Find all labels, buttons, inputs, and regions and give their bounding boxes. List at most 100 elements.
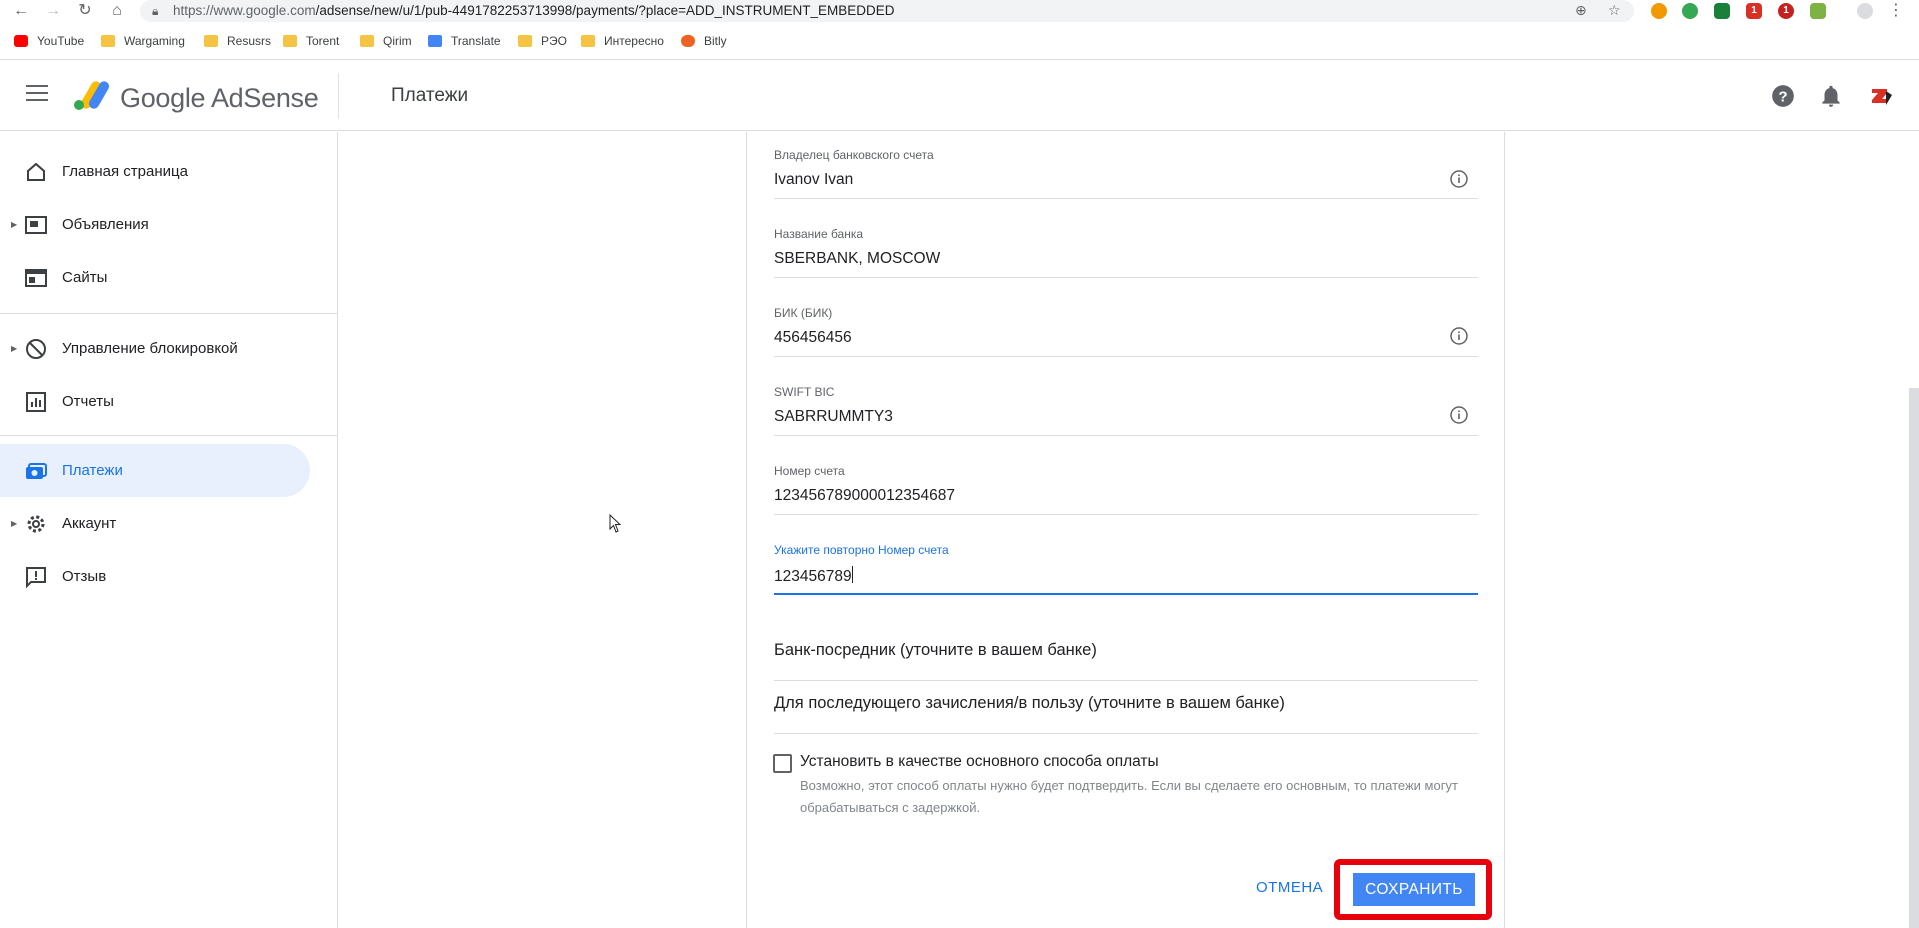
back-arrow-icon[interactable]: ← (11, 1, 31, 21)
bookmark-label: РЭО (541, 34, 567, 48)
forward-arrow-icon[interactable]: → (43, 1, 63, 21)
adsense-logo-icon (74, 81, 109, 110)
bookmark-bitly[interactable]: Bitly (681, 32, 727, 50)
bookmark-torent[interactable]: Torent (283, 32, 339, 50)
folder-icon (283, 35, 297, 47)
address-bar[interactable]: 🔒︎ https://www.google.com/adsense/new/u/… (140, 0, 1634, 22)
bookmark-label: Resusrs (227, 34, 272, 48)
bookmark-label: Wargaming (124, 34, 185, 48)
cancel-button[interactable]: ОТМЕНА (1256, 879, 1323, 896)
bookmark-resusrs[interactable]: Resusrs (204, 32, 271, 50)
primary-method-hint: Возможно, этот способ оплаты нужно будет… (800, 778, 1458, 815)
star-icon[interactable]: ☆ (1608, 2, 1621, 19)
browser-toolbar: ← → ↻ ⌂ 🔒︎ https://www.google.com/adsens… (0, 0, 1919, 22)
sidebar-item-payments[interactable]: Платежи (0, 444, 310, 497)
bookmark-wargaming[interactable]: Wargaming (101, 32, 185, 50)
sidebar-divider (0, 435, 338, 436)
bookmark-label: Torent (306, 34, 340, 48)
sidebar-item-label: Отчеты (62, 393, 114, 410)
hamburger-menu-icon[interactable] (26, 85, 48, 103)
menu-dots-icon[interactable]: ⋮ (1886, 1, 1906, 21)
sites-icon (25, 269, 47, 287)
bank-name-value: SBERBANK, MOSCOW (774, 250, 941, 267)
bookmark-label: Translate (451, 34, 501, 48)
account-number-repeat-text: 123456789 (774, 568, 852, 585)
red-extension-icon[interactable]: 1 (1778, 3, 1794, 19)
account-number-label: Номер счета (774, 464, 845, 478)
green-extension-icon[interactable] (1682, 3, 1698, 19)
bik-label: БИК (БИК) (774, 306, 833, 320)
account-number-repeat-field[interactable]: Укажите повторно Номер счета 123456789 (774, 543, 1478, 595)
browser-chrome: ← → ↻ ⌂ 🔒︎ https://www.google.com/adsens… (0, 0, 1919, 60)
zoom-icon[interactable]: ⊕ (1575, 2, 1587, 19)
bitly-icon (681, 35, 695, 47)
url-host: https://www.google.com (173, 3, 316, 18)
swift-value: SABRRUMMTY3 (774, 408, 893, 425)
gmail-extension-icon[interactable]: 1 (1746, 3, 1762, 19)
page-title: Платежи (391, 85, 469, 106)
translate-icon (428, 35, 442, 47)
info-icon[interactable] (1450, 327, 1468, 345)
bookmark-interesno[interactable]: Интересно (581, 32, 664, 50)
sidebar-item-label: Аккаунт (62, 515, 117, 532)
expand-caret-icon: ▶ (11, 519, 18, 528)
cookie-extension-icon[interactable] (1651, 3, 1667, 19)
owner-value: Ivanov Ivan (774, 171, 854, 188)
sidebar-item-label: Объявления (62, 216, 149, 233)
sidebar-item-account[interactable]: ▶ Аккаунт (0, 497, 310, 550)
home-icon (27, 162, 45, 181)
sidebar-item-label: Сайты (62, 269, 108, 286)
scrollbar[interactable] (1909, 388, 1919, 928)
intermediary-bank-field[interactable]: Банк-посредник (уточните в вашем банке) (774, 641, 1478, 681)
sidebar-item-reports[interactable]: Отчеты (0, 375, 310, 428)
url-text: https://www.google.com/adsense/new/u/1/p… (173, 3, 895, 18)
app-header: Google AdSense Платежи ? (0, 61, 1919, 131)
header-divider (338, 73, 339, 119)
download-extension-icon[interactable] (1810, 3, 1826, 19)
bookmark-youtube[interactable]: YouTube (14, 32, 84, 50)
account-number-field[interactable]: Номер счета 123456789000012354687 (774, 464, 1478, 515)
notifications-bell-icon[interactable] (1818, 83, 1844, 109)
swift-field[interactable]: SWIFT BIC SABRRUMMTY3 (774, 385, 1478, 436)
bookmark-label: Интересно (604, 34, 664, 48)
ads-icon (25, 216, 47, 234)
folder-icon (518, 35, 532, 47)
profile-icon[interactable] (1857, 3, 1873, 19)
save-button[interactable]: СОХРАНИТЬ (1353, 873, 1475, 906)
bik-field[interactable]: БИК (БИК) 456456456 (774, 306, 1478, 357)
primary-method-label: Установить в качестве основного способа … (800, 753, 1159, 770)
expand-caret-icon: ▶ (11, 344, 18, 353)
folder-icon (204, 35, 218, 47)
sidebar-item-label: Отзыв (62, 568, 107, 585)
sidebar-item-ads[interactable]: ▶ Объявления (0, 198, 310, 251)
further-credit-field[interactable]: Для последующего зачисления/в пользу (ут… (774, 694, 1478, 734)
bookmark-reo[interactable]: РЭО (518, 32, 567, 50)
info-icon[interactable] (1450, 170, 1468, 188)
lock-icon: 🔒︎ (152, 4, 159, 18)
primary-method-checkbox[interactable] (773, 754, 792, 773)
bookmark-qirim[interactable]: Qirim (360, 32, 412, 50)
save-button-highlight: СОХРАНИТЬ (1334, 859, 1492, 920)
account-number-repeat-value: 123456789 (774, 566, 853, 586)
reload-icon[interactable]: ↻ (75, 1, 95, 21)
mouse-cursor-icon (609, 514, 622, 533)
gear-icon (27, 515, 45, 533)
bookmark-label: Qirim (383, 34, 412, 48)
payments-icon (26, 463, 47, 479)
sidebar: Главная страница ▶ Объявления Сайты ▶ Уп… (0, 132, 338, 928)
sidebar-item-sites[interactable]: Сайты (0, 251, 310, 304)
bookmark-translate[interactable]: Translate (428, 32, 501, 50)
sidebar-item-blocking[interactable]: ▶ Управление блокировкой (0, 322, 310, 375)
avatar[interactable] (1866, 81, 1896, 111)
sidebar-item-home[interactable]: Главная страница (0, 145, 310, 198)
help-icon[interactable]: ? (1770, 83, 1796, 109)
info-icon[interactable] (1450, 406, 1468, 424)
brand-name: Google AdSense (120, 83, 319, 113)
home-browser-icon[interactable]: ⌂ (107, 1, 127, 21)
folder-icon (360, 35, 374, 47)
shield-extension-icon[interactable] (1714, 3, 1730, 19)
bookmark-label: Bitly (704, 34, 727, 48)
sidebar-item-feedback[interactable]: Отзыв (0, 550, 310, 603)
owner-field[interactable]: Владелец банковского счета Ivanov Ivan (774, 148, 1478, 199)
bank-name-field[interactable]: Название банка SBERBANK, MOSCOW (774, 227, 1478, 278)
